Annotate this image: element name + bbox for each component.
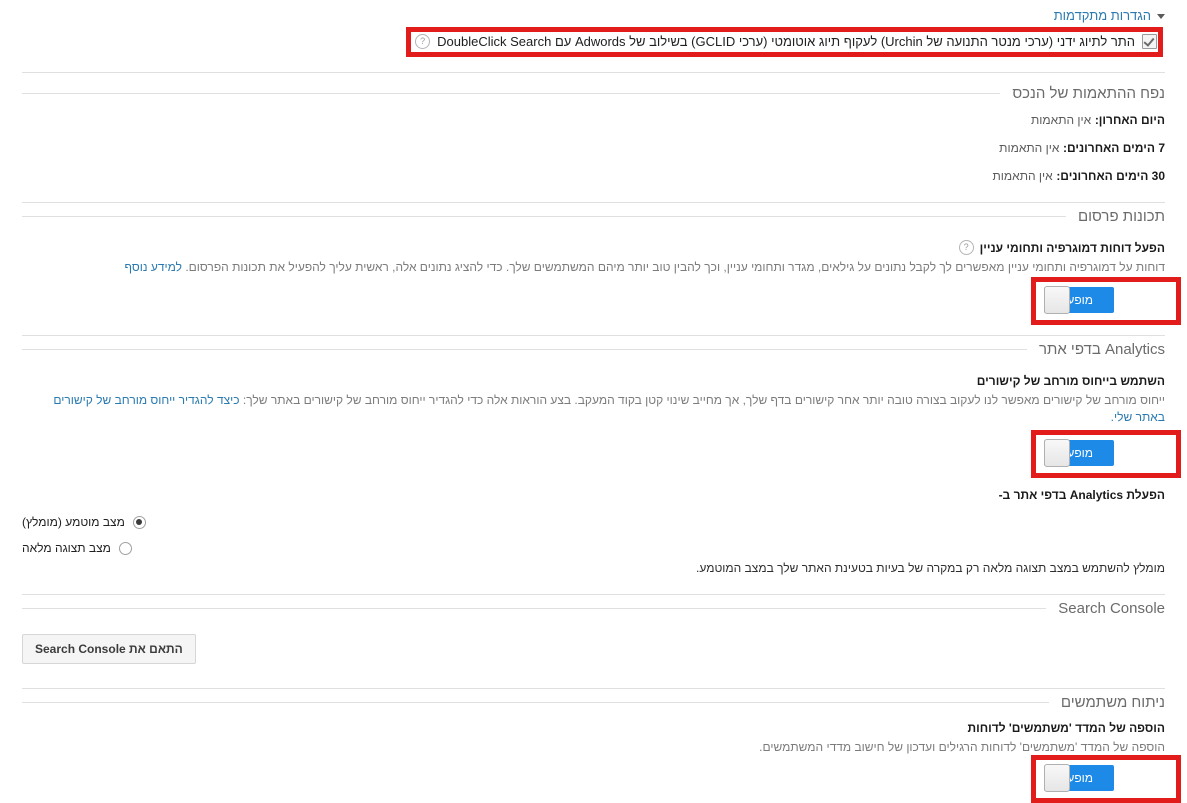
enhanced-link-attribution-label: השתמש בייחוס מורחב של קישורים [976, 374, 1165, 388]
demographics-toggle[interactable]: מופעל [1044, 286, 1114, 314]
in-page-analytics-option-1-label: מצב תצוגה מלאה [22, 541, 111, 555]
radio-embedded-mode[interactable] [132, 515, 146, 529]
demographics-learn-more-link[interactable]: למידע נוסף [125, 260, 182, 274]
hits-volume-row-0-label: היום האחרון: [1094, 113, 1165, 127]
hits-volume-row-2-label: 30 הימים האחרונים: [1056, 169, 1165, 183]
in-page-analytics-note: מומלץ להשתמש במצב תצוגה מלאה רק במקרה של… [696, 561, 1165, 575]
user-analysis-title-text: ניתוח משתמשים [1060, 694, 1165, 711]
advanced-settings-header-label: הגדרות מתקדמות [1053, 8, 1151, 23]
demographics-setting: הפעל דוחות דמוגרפיה ותחומי עניין ? דוחות… [22, 240, 1165, 276]
in-page-analytics-option-0[interactable]: מצב מוטמע (מומלץ) [22, 512, 1165, 532]
enhanced-link-attribution-toggle[interactable]: מופעל [1044, 439, 1114, 467]
in-page-analytics-section-title: Analytics בדפי אתר [22, 341, 1165, 358]
advertising-features-title-text: תכונות פרסום [1077, 208, 1165, 225]
help-icon[interactable]: ? [958, 240, 974, 255]
in-page-analytics-mode: הפעלת Analytics בדפי אתר ב- [22, 488, 1165, 502]
toggle-knob[interactable] [1044, 764, 1070, 792]
user-analysis-section: ניתוח משתמשים [22, 694, 1165, 711]
section-rule [22, 93, 1001, 94]
hits-volume-row-0-value: אין התאמות [1031, 113, 1092, 127]
search-console-section: Search Console [22, 600, 1165, 617]
in-page-analytics-option-0-label: מצב מוטמע (מומלץ) [22, 515, 125, 529]
enhanced-link-attribution-setting: השתמש בייחוס מורחב של קישורים ייחוס מורח… [22, 374, 1165, 426]
demographics-setting-label: הפעל דוחות דמוגרפיה ותחומי עניין [979, 240, 1165, 255]
divider-above-in-page-analytics [22, 335, 1165, 336]
divider-above-advertising [22, 202, 1165, 203]
section-rule [22, 216, 1066, 217]
hits-volume-row-1-label: 7 הימים האחרונים: [1062, 141, 1165, 155]
section-rule [22, 349, 1027, 350]
divider-above-search-console [22, 594, 1165, 595]
user-analysis-section-title: ניתוח משתמשים [22, 694, 1165, 711]
users-metric-description: הוספה של המדד 'משתמשים' לדוחות הרגילים ו… [759, 740, 1165, 754]
users-metric-setting: הוספה של המדד 'משתמשים' לדוחות הוספה של … [22, 721, 1165, 756]
advertising-features-section: תכונות פרסום [22, 208, 1165, 225]
in-page-analytics-mode-label: הפעלת Analytics בדפי אתר ב- [998, 488, 1165, 502]
search-console-section-title: Search Console [22, 600, 1165, 617]
section-rule [22, 608, 1047, 609]
toggle-knob[interactable] [1044, 286, 1070, 314]
in-page-analytics-note-wrap: מומלץ להשתמש במצב תצוגה מלאה רק במקרה של… [22, 561, 1165, 575]
radio-full-view-mode[interactable] [118, 541, 132, 555]
manual-tagging-row[interactable]: התר לתיוג ידני (ערכי מנטר התנועה של Urch… [410, 30, 1157, 52]
hits-volume-row-1-value: אין התאמות [999, 141, 1060, 155]
manual-tagging-label: התר לתיוג ידני (ערכי מנטר התנועה של Urch… [437, 33, 1135, 49]
hits-volume-row-1: 7 הימים האחרונים: אין התאמות [22, 140, 1165, 155]
enhanced-link-attribution-description-block: ייחוס מורחב של קישורים מאפשר לנו לעקוב ב… [22, 392, 1165, 426]
manual-tagging-checkbox[interactable] [1142, 33, 1157, 49]
hits-volume-section-title: נפח ההתאמות של הנכס [22, 85, 1165, 102]
demographics-description-block: דוחות על דמוגרפיה ותחומי עניין מאפשרים ל… [22, 259, 1166, 276]
divider-above-hits-volume [22, 72, 1165, 73]
demographics-description: דוחות על דמוגרפיה ותחומי עניין מאפשרים ל… [185, 260, 1165, 274]
hits-volume-row-2-value: אין התאמות [992, 169, 1053, 183]
hits-volume-row-2: 30 הימים האחרונים: אין התאמות [22, 168, 1166, 183]
chevron-down-icon [1157, 14, 1165, 19]
in-page-analytics-section: Analytics בדפי אתר [22, 341, 1165, 358]
advanced-settings-page: הגדרות מתקדמות התר לתיוג ידני (ערכי מנטר… [0, 0, 1187, 803]
search-console-button-wrap: התאם את Search Console [22, 634, 196, 664]
advertising-features-section-title: תכונות פרסום [22, 208, 1165, 225]
hits-volume-row-0: היום האחרון: אין התאמות [22, 112, 1165, 127]
toggle-knob[interactable] [1044, 439, 1070, 467]
section-rule [22, 702, 1049, 703]
adjust-search-console-button[interactable]: התאם את Search Console [22, 634, 196, 664]
hits-volume-title-text: נפח ההתאמות של הנכס [1012, 85, 1165, 102]
help-icon[interactable]: ? [415, 33, 431, 49]
advanced-settings-header[interactable]: הגדרות מתקדמות [1054, 8, 1165, 23]
in-page-analytics-option-1[interactable]: מצב תצוגה מלאה [22, 538, 1165, 558]
divider-above-user-analysis [22, 688, 1165, 689]
hits-volume-section: נפח ההתאמות של הנכס [22, 85, 1165, 102]
search-console-title-text: Search Console [1058, 600, 1165, 617]
enhanced-link-attribution-description: ייחוס מורחב של קישורים מאפשר לנו לעקוב ב… [242, 393, 1165, 407]
in-page-analytics-title-text: Analytics בדפי אתר [1038, 341, 1165, 358]
users-metric-label: הוספה של המדד 'משתמשים' לדוחות [967, 721, 1165, 735]
users-metric-toggle[interactable]: מופעל [1044, 764, 1114, 792]
